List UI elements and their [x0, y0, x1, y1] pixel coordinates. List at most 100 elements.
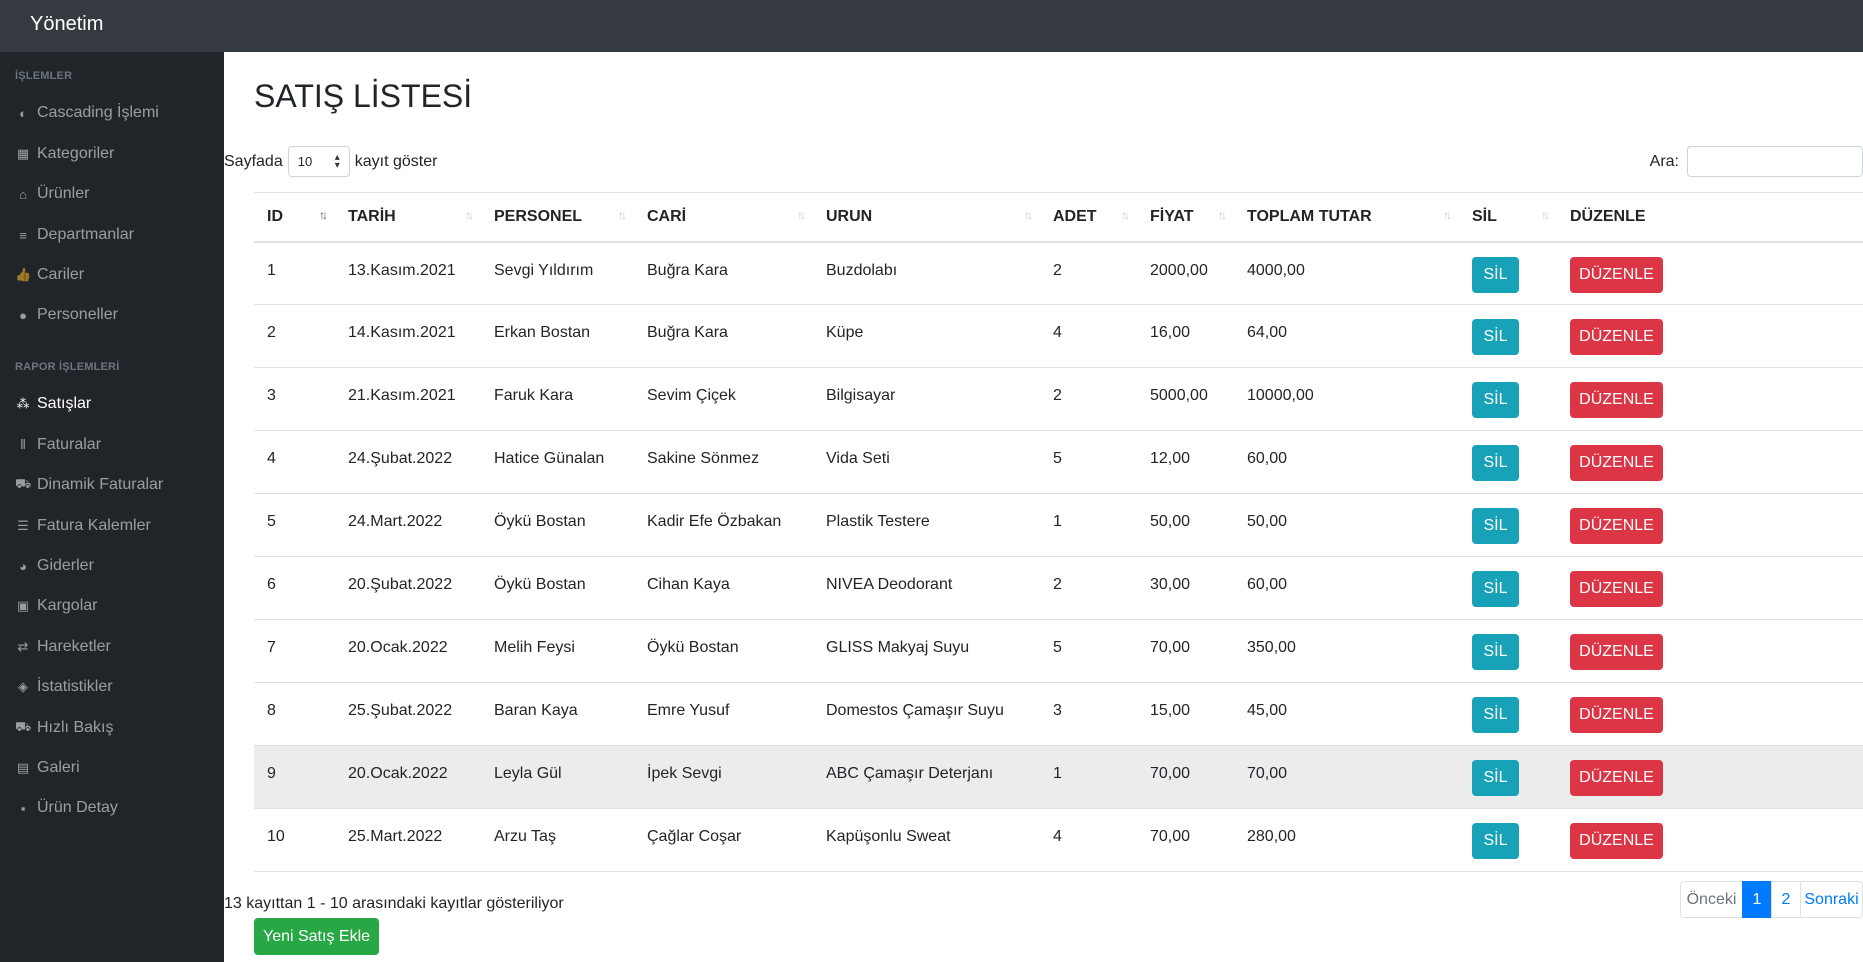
sidebar-item-dinamik-faturalar[interactable]: ⛟ Dinamik Faturalar: [15, 473, 163, 497]
delete-button[interactable]: SİL: [1472, 508, 1519, 544]
select-arrows-icon: ▴ ▾: [334, 152, 340, 171]
table-cell: 5000,00: [1137, 367, 1234, 431]
edit-button[interactable]: DÜZENLE: [1570, 508, 1663, 544]
delete-button[interactable]: SİL: [1472, 445, 1519, 481]
table-cell: 5: [1040, 430, 1137, 494]
pagination-page-1[interactable]: 1: [1742, 881, 1772, 918]
pagination-next[interactable]: Sonraki: [1800, 881, 1863, 918]
table-cell: 15,00: [1137, 682, 1234, 746]
column-header-label: PERSONEL: [494, 207, 583, 225]
table-cell: 2: [1040, 556, 1137, 620]
table-cell: Küpe: [813, 304, 1040, 368]
table-cell: DÜZENLE: [1557, 682, 1863, 746]
table-cell: Kapüşonlu Sweat: [813, 808, 1040, 872]
edit-button[interactable]: DÜZENLE: [1570, 256, 1663, 293]
delete-button[interactable]: SİL: [1472, 319, 1519, 355]
edit-button[interactable]: DÜZENLE: [1570, 760, 1663, 796]
sidebar-item-galeri[interactable]: ▤ Galeri: [15, 756, 80, 780]
column-header-label: SİL: [1472, 207, 1497, 225]
sidebar-item-hareketler[interactable]: ⇄ Hareketler: [15, 635, 111, 659]
sidebar-item-satışlar[interactable]: ⁂ Satışlar: [15, 392, 92, 416]
sidebar: İŞLEMLER ◐ Cascading İşlemi ▦ Kategoriler ⌂ Ü…: [0, 52, 224, 962]
edit-button[interactable]: DÜZENLE: [1570, 571, 1663, 607]
column-header[interactable]: DÜZENLE: [1557, 192, 1863, 243]
sidebar-item-label: Fatura Kalemler: [37, 517, 151, 534]
edit-button[interactable]: DÜZENLE: [1570, 382, 1663, 418]
table-cell: SİL: [1459, 304, 1557, 368]
sidebar-item-kargolar[interactable]: ▣ Kargolar: [15, 594, 98, 618]
sidebar-item-hızlı-bakış[interactable]: ⛟ Hızlı Bakış: [15, 716, 113, 740]
table-cell: 50,00: [1234, 493, 1459, 557]
column-header[interactable]: ID ↑↓: [254, 192, 335, 243]
column-header[interactable]: SİL ↑↓: [1459, 192, 1557, 243]
table-cell: 1: [254, 241, 335, 305]
delete-button[interactable]: SİL: [1472, 382, 1519, 418]
search-input[interactable]: [1687, 146, 1863, 177]
table-cell: 5: [1040, 619, 1137, 683]
column-header[interactable]: URUN ↑↓: [813, 192, 1040, 243]
sidebar-item-fatura-kalemler[interactable]: ☰ Fatura Kalemler: [15, 514, 151, 538]
sidebar-item-ürün-detay[interactable]: ▪ Ürün Detay: [15, 796, 118, 820]
table-cell: DÜZENLE: [1557, 745, 1863, 809]
page-length-select[interactable]: 10 ▴ ▾: [287, 146, 350, 177]
list-ul-icon: ☰: [17, 518, 29, 533]
brand-title[interactable]: Yönetim: [30, 13, 103, 36]
sidebar-item-label: Faturalar: [37, 436, 102, 453]
add-sale-button[interactable]: Yeni Satış Ekle: [254, 918, 379, 955]
table-cell: SİL: [1459, 367, 1557, 431]
pagination-previous[interactable]: Önceki: [1680, 881, 1743, 918]
table-cell: DÜZENLE: [1557, 304, 1863, 368]
delete-button[interactable]: SİL: [1472, 823, 1519, 859]
edit-button[interactable]: DÜZENLE: [1570, 697, 1663, 733]
delete-button[interactable]: SİL: [1472, 256, 1519, 293]
sidebar-item-i-statistikler[interactable]: ◈ İstatistikler: [15, 675, 113, 699]
delete-button[interactable]: SİL: [1472, 697, 1519, 733]
table-cell: Plastik Testere: [813, 493, 1040, 557]
sidebar-item-cariler[interactable]: 👍 Cariler: [15, 263, 84, 287]
pagination-page-2[interactable]: 2: [1771, 881, 1801, 918]
table-cell: 20.Ocak.2022: [335, 745, 481, 809]
sidebar-item-label: Hızlı Bakış: [37, 719, 114, 736]
edit-button[interactable]: DÜZENLE: [1570, 319, 1663, 355]
cubes-icon: ⁂: [16, 396, 30, 411]
table-row: 3 21.Kasım.2021 Faruk Kara Sevim Çiçek Bilgi…: [254, 367, 1863, 431]
sidebar-item-label: Satışlar: [37, 395, 92, 412]
table-cell: 2: [1040, 367, 1137, 431]
sidebar-item-cascading-i-şlemi[interactable]: ◐ Cascading İşlemi: [15, 101, 159, 125]
sidebar-item-label: Dinamik Faturalar: [37, 476, 164, 493]
sidebar-item-giderler[interactable]: ◕ Giderler: [15, 554, 94, 578]
sidebar-item-faturalar[interactable]: ⦀ Faturalar: [15, 433, 101, 457]
sidebar-item-label: Ürünler: [37, 185, 90, 202]
delete-button[interactable]: SİL: [1472, 571, 1519, 607]
edit-button[interactable]: DÜZENLE: [1570, 634, 1663, 670]
table-cell: 10: [254, 808, 335, 872]
table-row: 5 24.Mart.2022 Öykü Bostan Kadir Efe Özbaka…: [254, 493, 1863, 557]
sort-icon: ↑↓: [1541, 208, 1550, 222]
table-cell: Çağlar Coşar: [634, 808, 813, 872]
sidebar-item-ürünler[interactable]: ⌂ Ürünler: [15, 182, 89, 206]
sidebar-item-kategoriler[interactable]: ▦ Kategoriler: [15, 142, 115, 166]
table-cell: SİL: [1459, 682, 1557, 746]
table-cell: 3: [254, 367, 335, 431]
pagination: Önceki 1 2 Sonraki: [1680, 881, 1863, 918]
table-cell: 50,00: [1137, 493, 1234, 557]
sidebar-item-label: Kategoriler: [37, 145, 115, 162]
table-cell: 70,00: [1137, 808, 1234, 872]
edit-button[interactable]: DÜZENLE: [1570, 823, 1663, 859]
sidebar-item-label: Cascading İşlemi: [37, 104, 159, 121]
sidebar-item-departmanlar[interactable]: ≡ Departmanlar: [15, 223, 134, 247]
list-icon: ≡: [19, 227, 27, 243]
sidebar-item-label: Departmanlar: [37, 226, 134, 243]
delete-button[interactable]: SİL: [1472, 760, 1519, 796]
column-header[interactable]: CARİ ↑↓: [634, 192, 813, 243]
column-header[interactable]: PERSONEL ↑↓: [481, 192, 634, 243]
column-header[interactable]: TOPLAM TUTAR ↑↓: [1234, 192, 1459, 243]
delete-button[interactable]: SİL: [1472, 634, 1519, 670]
column-header[interactable]: ADET ↑↓: [1040, 192, 1137, 243]
sidebar-item-personeller[interactable]: ● Personeller: [15, 303, 118, 327]
table-cell: 1: [1040, 745, 1137, 809]
column-header[interactable]: FİYAT ↑↓: [1137, 192, 1234, 243]
table-cell: Sakine Sönmez: [634, 430, 813, 494]
edit-button[interactable]: DÜZENLE: [1570, 445, 1663, 481]
column-header[interactable]: TARİH ↑↓: [335, 192, 481, 243]
